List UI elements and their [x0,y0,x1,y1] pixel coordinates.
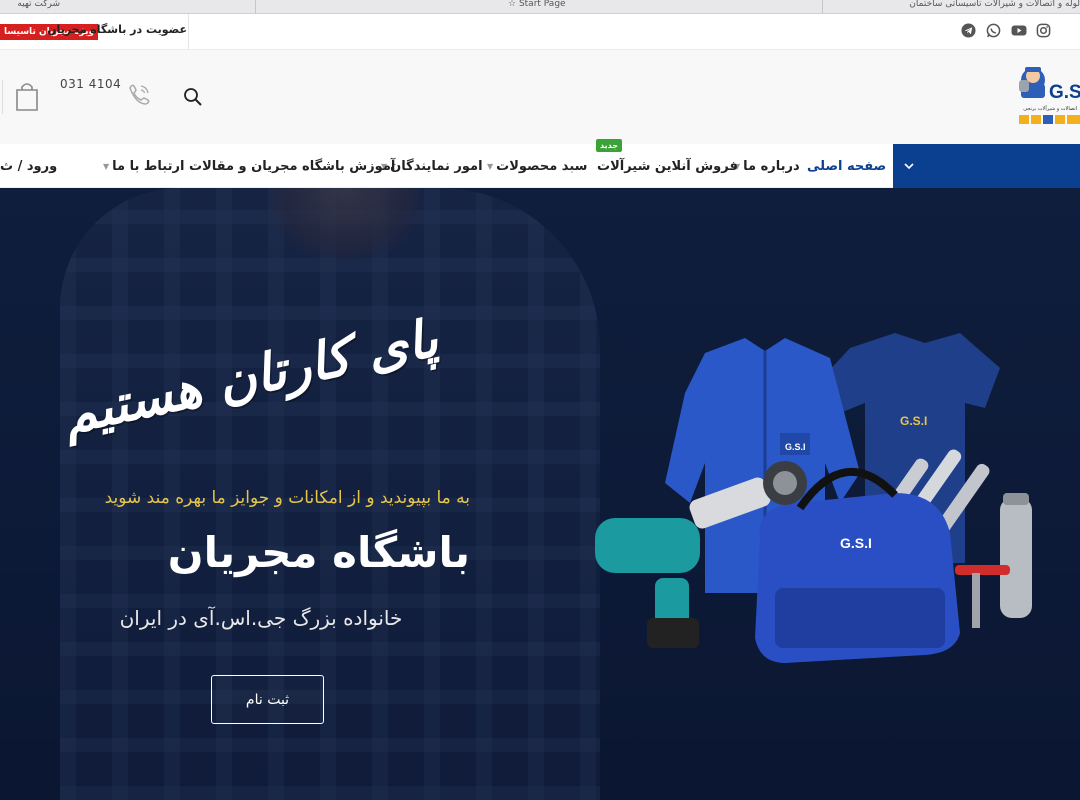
phone-icon [124,80,154,110]
browser-tab[interactable]: لوله و اتصالات و شیرآلات تاسیساتی ساختما… [860,0,1080,13]
divider [188,14,189,50]
bag-logo-text: G.S.I [840,535,872,551]
chevron-down-icon: ▼ [487,161,494,171]
nav-item-label: ورود / ث [0,158,58,174]
nav-item-label: آموزش باشگاه مجریان و مقالات [189,158,396,174]
nav-item-login[interactable]: ورود / ث [0,156,57,176]
main-nav: صفحه اصلی درباره ما ▼ فروش آنلاین شیرآلات… [0,144,1080,188]
nav-item-label: صفحه اصلی [807,158,887,174]
logo-text: G.S.I [1049,82,1080,103]
nav-item-about[interactable]: درباره ما ▼ [734,156,800,176]
hero-banner: پای کارتان هستیم به ما بپیوندید و از امک… [0,188,1080,800]
topbar: ویژه مجریان تاسیسا عضویت در باشگاه مجریا… [0,14,1080,50]
nav-item-training[interactable]: آموزش باشگاه مجریان و مقالات [189,156,395,176]
browser-tab-title: Start Page [518,0,566,9]
shirt-logo-text: G.S.I [900,414,927,428]
category-menu-toggle[interactable] [893,144,1080,188]
hero-tagline: خانواده بزرگ جی.اس.آی در ایران [119,606,403,630]
cart-icon[interactable] [12,80,42,112]
browser-tab[interactable]: ☆ Start Page [508,0,608,13]
instagram-icon[interactable] [1036,23,1052,39]
jacket-logo-text: G.S.I [785,442,806,452]
browser-tab[interactable]: شرکت تهیه [0,0,60,13]
star-icon: ☆ [508,0,519,9]
nav-item-label: فروش آنلاین شیرآلات [597,158,738,174]
product-collage-image: G.S.I G.S.I G.S.I [595,333,1032,663]
hero-title: باشگاه مجریان [167,528,470,577]
hero-subtitle: به ما بپیوندید و از امکانات و جوایز ما ب… [104,488,470,508]
youtube-icon[interactable] [1011,23,1027,39]
register-button[interactable]: ثبت نام [211,675,324,724]
nav-item-online-sale[interactable]: فروش آنلاین شیرآلات [597,156,738,176]
nav-item-label: ارتباط با ما [112,158,185,174]
chevron-down-icon [904,163,914,170]
logo-subtitle: اتصالات و شیرآلات برنجی [1023,105,1077,112]
new-badge: جدید [596,139,623,152]
browser-tab-title: لوله و اتصالات و شیرآلات تاسیساتی ساختما… [909,0,1080,9]
member-link[interactable]: عضویت در باشگاه مجریان [47,23,187,36]
browser-tabstrip: شرکت تهیه ☆ Start Page لوله و اتصالات و … [0,0,1080,14]
nav-item-home[interactable]: صفحه اصلی [807,156,886,176]
site-header: 031 4104 G.S.I اتصالات و شیرآلات برنجی [0,50,1080,144]
phone-number[interactable]: 031 4104 [60,77,121,91]
chevron-down-icon: ▼ [103,161,110,171]
site-logo[interactable]: G.S.I اتصالات و شیرآلات برنجی [1017,58,1080,130]
telegram-icon[interactable] [961,23,977,39]
nav-item-label: امور نمایندگان [390,158,483,174]
browser-tab-title: شرکت تهیه [17,0,60,9]
nav-item-contact[interactable]: ارتباط با ما ▼ [103,156,184,176]
divider [2,80,3,114]
tab-separator [255,0,256,13]
social-links [961,23,1052,39]
whatsapp-icon[interactable] [986,23,1002,39]
nav-item-label: درباره ما [743,158,800,174]
search-icon[interactable] [182,86,204,108]
nav-item-agents[interactable]: امور نمایندگان ▼ [381,156,483,176]
tab-separator [822,0,823,13]
nav-item-label: سبد محصولات [496,158,588,174]
nav-item-products[interactable]: سبد محصولات ▼ [487,156,587,176]
